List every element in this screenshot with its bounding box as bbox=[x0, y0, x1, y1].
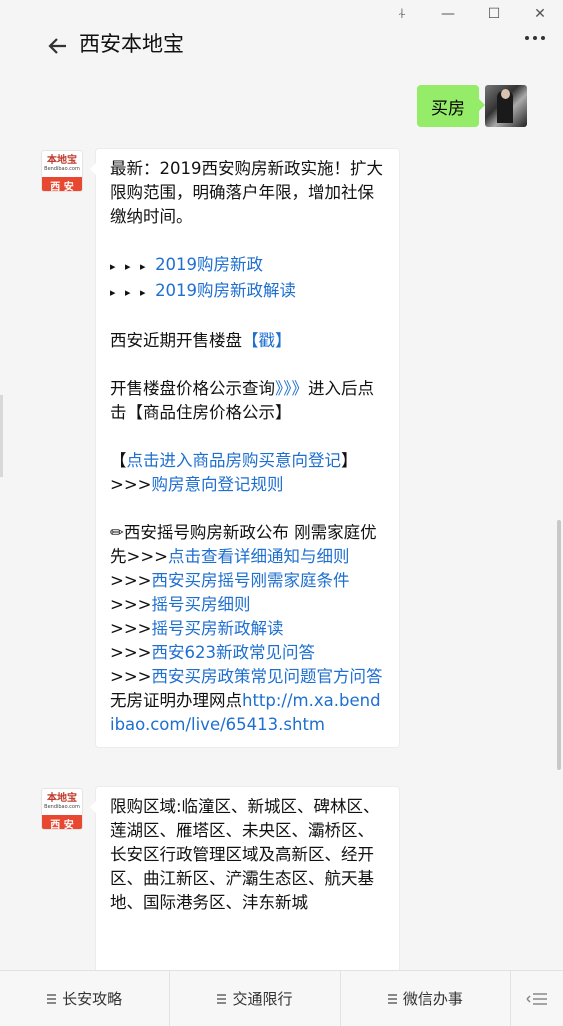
news-intro: 最新：2019西安购房新政实施！扩大限购范围，明确落户年限，增加社保缴纳时间。 bbox=[110, 159, 383, 226]
gt-arrows: >>> bbox=[110, 475, 152, 494]
window-controls: ⍭ — ☐ ✕ bbox=[379, 0, 563, 28]
bracket-open: 【 bbox=[110, 451, 127, 470]
logo-city: 西 安 bbox=[42, 815, 82, 829]
menu-item-changan-guide[interactable]: 长安攻略 bbox=[0, 971, 171, 1026]
policy-link-row: ▸ ▸ ▸ 2019购房新政 bbox=[110, 253, 385, 279]
link-row: >>>西安买房政策常见问题官方问答 bbox=[110, 665, 385, 689]
logo-url: Bendibao.com bbox=[44, 804, 80, 810]
policy-explain-link[interactable]: 2019购房新政解读 bbox=[155, 281, 296, 300]
register-rules-link[interactable]: 购房意向登记规则 bbox=[151, 475, 283, 494]
user-avatar[interactable] bbox=[485, 85, 527, 127]
cert-label: 无房证明办理网点 bbox=[110, 691, 242, 710]
faq-623-link[interactable]: 西安623新政常见问答 bbox=[151, 643, 315, 662]
lottery-rules-link[interactable]: 摇号买房细则 bbox=[151, 595, 250, 614]
register-rules-row: >>>购房意向登记规则 bbox=[110, 473, 385, 497]
policy-2019-link[interactable]: 2019购房新政 bbox=[155, 255, 263, 274]
menu-item-label: 微信办事 bbox=[402, 990, 463, 1008]
lottery-row: ✏西安摇号购房新政公布 刚需家庭优先>>>点击查看详细通知与细则 bbox=[110, 521, 385, 569]
bot-avatar[interactable]: 本地宝 Bendibao.com 西 安 bbox=[41, 788, 83, 830]
menu-icon bbox=[47, 993, 57, 1004]
triple-arrow-icon: ▸ ▸ ▸ bbox=[110, 286, 156, 299]
recent-sales-label: 西安近期开售楼盘 bbox=[110, 331, 242, 350]
bot-message-bubble: 限购区域:临潼区、新城区、碑林区、莲湖区、雁塔区、未央区、灞桥区、长安区行政管理… bbox=[90, 786, 400, 976]
logo-url: Bendibao.com bbox=[44, 166, 80, 172]
menu-icon bbox=[217, 993, 227, 1004]
bot-avatar[interactable]: 本地宝 Bendibao.com 西 安 bbox=[41, 150, 83, 192]
link-row: >>>摇号买房新政解读 bbox=[110, 617, 385, 641]
maximize-icon[interactable]: ☐ bbox=[471, 0, 517, 28]
user-message-row: 买房 bbox=[417, 85, 527, 127]
lottery-policy-link[interactable]: 摇号买房新政解读 bbox=[151, 619, 283, 638]
link-row: >>>西安623新政常见问答 bbox=[110, 641, 385, 665]
menu-icon bbox=[387, 993, 397, 1004]
keyboard-switch-icon bbox=[526, 992, 547, 1005]
logo-city: 西 安 bbox=[42, 177, 82, 191]
minimize-icon[interactable]: — bbox=[425, 0, 471, 28]
official-faq-link[interactable]: 西安买房政策常见问题官方问答 bbox=[151, 667, 382, 686]
register-link[interactable]: 点击进入商品房购买意向登记 bbox=[127, 451, 342, 470]
family-conditions-link[interactable]: 西安买房摇号刚需家庭条件 bbox=[151, 571, 349, 590]
gt-arrows: >>> bbox=[110, 595, 152, 614]
scrollbar[interactable] bbox=[557, 520, 561, 770]
pin-icon[interactable]: ⍭ bbox=[379, 0, 425, 28]
logo-name: 本地宝 bbox=[47, 155, 77, 166]
close-icon[interactable]: ✕ bbox=[517, 0, 563, 28]
back-arrow-icon[interactable] bbox=[46, 34, 70, 58]
more-options-icon[interactable] bbox=[525, 36, 545, 40]
register-row: 【点击进入商品房购买意向登记】 bbox=[110, 449, 385, 473]
menu-item-label: 长安攻略 bbox=[62, 990, 123, 1008]
keyboard-toggle-icon[interactable] bbox=[511, 971, 563, 1026]
gt-arrows: >>> bbox=[110, 619, 152, 638]
bot-message-bubble: 最新：2019西安购房新政实施！扩大限购范围，明确落户年限，增加社保缴纳时间。 … bbox=[90, 148, 400, 748]
gt-arrows: >>> bbox=[110, 643, 152, 662]
price-query-link[interactable]: 》》》 bbox=[275, 379, 308, 398]
triple-arrow-icon: ▸ ▸ ▸ bbox=[110, 260, 156, 273]
price-query-row: 开售楼盘价格公示查询》》》进入后点击【商品住房价格公示】 bbox=[110, 377, 385, 425]
price-query-label: 开售楼盘价格公示查询 bbox=[110, 379, 275, 398]
gt-arrows: >>> bbox=[110, 667, 152, 686]
menu-item-label: 交通限行 bbox=[232, 990, 293, 1008]
cert-row: 无房证明办理网点http://m.xa.bendibao.com/live/65… bbox=[110, 689, 385, 737]
policy-explain-link-row: ▸ ▸ ▸ 2019购房新政解读 bbox=[110, 279, 385, 305]
lottery-detail-link[interactable]: 点击查看详细通知与细则 bbox=[168, 547, 350, 566]
left-edge-marker bbox=[0, 395, 3, 477]
restricted-areas-text: 限购区域:临潼区、新城区、碑林区、莲湖区、雁塔区、未央区、灞桥区、长安区行政管理… bbox=[110, 797, 380, 912]
chat-header: 西安本地宝 bbox=[0, 28, 563, 74]
logo-name: 本地宝 bbox=[47, 793, 77, 804]
user-message-bubble: 买房 bbox=[417, 85, 485, 127]
link-row: >>>摇号买房细则 bbox=[110, 593, 385, 617]
bracket-close: 】 bbox=[341, 451, 358, 470]
bottom-menu: 长安攻略 交通限行 微信办事 bbox=[0, 970, 563, 1026]
gt-arrows: >>> bbox=[110, 571, 152, 590]
page-title: 西安本地宝 bbox=[79, 32, 184, 56]
menu-item-traffic[interactable]: 交通限行 bbox=[170, 971, 341, 1026]
recent-sales-row: 西安近期开售楼盘【戳】 bbox=[110, 329, 385, 353]
link-row: >>>西安买房摇号刚需家庭条件 bbox=[110, 569, 385, 593]
menu-item-wechat-services[interactable]: 微信办事 bbox=[341, 971, 511, 1026]
recent-sales-link[interactable]: 【戳】 bbox=[242, 331, 292, 350]
